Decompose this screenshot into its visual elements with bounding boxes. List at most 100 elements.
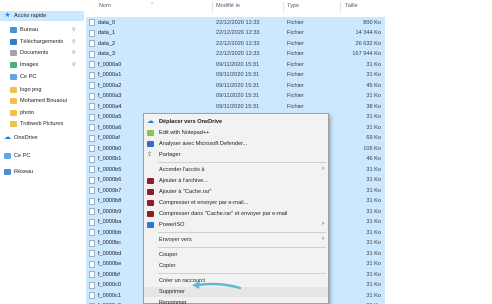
- cloud-icon: ☁: [4, 134, 11, 141]
- nav-item-label: Téléchargements: [20, 39, 64, 45]
- file-name: f_0000a4: [98, 103, 122, 110]
- menu-item-label: Couper: [159, 252, 178, 258]
- nav-item-0[interactable]: ★ Accès rapide: [0, 11, 84, 21]
- menu-item-8[interactable]: Compresser dans "Cache.rar" et envoyer p…: [144, 209, 328, 219]
- file-size: 31 Ko: [366, 187, 381, 194]
- menu-item-7[interactable]: Compresser et envoyer par e-mail...: [144, 198, 328, 208]
- pin-icon[interactable]: ⚲: [72, 50, 76, 56]
- menu-item-11[interactable]: Couper: [144, 250, 328, 260]
- file-type: Fichier: [287, 51, 304, 57]
- file-icon: [89, 208, 95, 215]
- file-row[interactable]: data_3 22/12/2020 12:33 Fichier 167 944 Ko: [86, 48, 385, 60]
- file-name: f_0000bc: [98, 240, 122, 246]
- poweriso-icon: [147, 222, 154, 228]
- folder-icon: [10, 98, 17, 104]
- file-icon: [89, 187, 95, 194]
- menu-item-12[interactable]: Copier: [144, 261, 328, 271]
- file-size: 26 632 Ko: [355, 40, 381, 47]
- column-header-type[interactable]: Type: [287, 3, 299, 12]
- nav-item-1[interactable]: Bureau ⚲: [0, 25, 84, 35]
- column-divider[interactable]: [212, 2, 213, 13]
- nav-item-label: Mohamed Bouaoui: [20, 98, 67, 104]
- file-size: 31 Ko: [366, 240, 381, 246]
- file-type: Fichier: [287, 30, 304, 36]
- file-row[interactable]: f_0000a0 09/11/2020 15:31 Fichier 31 Ko: [86, 59, 385, 70]
- column-header-size[interactable]: Taille: [345, 3, 358, 12]
- file-date: 09/11/2020 15:31: [216, 93, 260, 99]
- file-name: f_0000a6: [98, 124, 122, 131]
- nav-item-6[interactable]: logo png: [0, 85, 84, 95]
- file-icon: [89, 176, 95, 184]
- file-name: data_0: [98, 19, 116, 26]
- file-name: f_0000a2: [98, 82, 122, 89]
- menu-separator: [158, 232, 326, 233]
- menu-item-15[interactable]: Renommer: [144, 298, 328, 304]
- menu-item-3[interactable]: ⇪ Partager: [144, 150, 328, 160]
- file-name: f_0000be: [98, 261, 122, 267]
- nav-item-9[interactable]: Trobweb Pictures: [0, 119, 84, 129]
- menu-item-label: Supprimer: [159, 289, 185, 295]
- file-row[interactable]: f_0000a3 09/11/2020 15:31 Fichier 31 Ko: [86, 90, 385, 102]
- nav-item-7[interactable]: Mohamed Bouaoui: [0, 96, 84, 106]
- file-icon: [89, 145, 95, 152]
- file-row[interactable]: f_0000a1 09/11/2020 15:31 Fichier 31 Ko: [86, 69, 385, 81]
- file-type: Fichier: [287, 103, 304, 110]
- file-icon: [89, 113, 95, 121]
- nav-item-10[interactable]: ☁ OneDrive: [0, 133, 84, 143]
- nav-item-4[interactable]: Images ⚲: [0, 60, 84, 70]
- file-name: f_0000a5: [98, 114, 122, 120]
- file-date: 22/12/2020 12:33: [216, 30, 260, 36]
- menu-item-1[interactable]: Edit with Notepad++: [144, 128, 328, 138]
- menu-item-9[interactable]: PowerISO ›: [144, 220, 328, 230]
- file-icon: [89, 82, 95, 89]
- column-divider[interactable]: [340, 2, 341, 13]
- nav-item-11[interactable]: Ce PC: [0, 151, 84, 161]
- nav-item-label: Ce PC: [14, 153, 31, 159]
- file-size: 167 944 Ko: [352, 51, 381, 57]
- nav-item-8[interactable]: photo: [0, 108, 84, 118]
- file-size: 31 Ko: [366, 61, 381, 68]
- pin-icon[interactable]: ⚲: [72, 62, 76, 68]
- file-icon: [89, 29, 95, 37]
- download-folder-icon: [10, 39, 17, 45]
- file-date: 22/12/2020 12:33: [216, 40, 260, 47]
- file-row[interactable]: f_0000a4 09/11/2020 15:31 Fichier 38 Ko: [86, 101, 385, 112]
- menu-item-0[interactable]: ☁ Déplacer vers OneDrive: [144, 117, 328, 127]
- nav-item-5[interactable]: Ce PC: [0, 72, 84, 82]
- column-divider[interactable]: [283, 2, 284, 13]
- winrar-icon: [147, 200, 154, 206]
- file-row[interactable]: data_0 22/12/2020 12:33 Fichier 800 Ko: [86, 17, 385, 28]
- nav-item-3[interactable]: Documents ⚲: [0, 48, 84, 58]
- nav-item-12[interactable]: Réseau: [0, 167, 84, 177]
- file-icon: [89, 124, 95, 131]
- documents-folder-icon: [10, 50, 17, 56]
- menu-item-6[interactable]: Ajouter à "Cache.rar": [144, 187, 328, 197]
- file-date: 09/11/2020 15:31: [216, 82, 260, 89]
- folder-icon: [10, 121, 17, 127]
- winrar-icon: [147, 178, 154, 184]
- nav-item-2[interactable]: Téléchargements ⚲: [0, 37, 84, 47]
- menu-separator: [158, 273, 326, 274]
- file-date: 09/11/2020 15:31: [216, 61, 260, 68]
- file-row[interactable]: data_2 22/12/2020 12:33 Fichier 26 632 Ko: [86, 38, 385, 49]
- file-type: Fichier: [287, 61, 304, 68]
- menu-item-4[interactable]: Accorder l'accès à ›: [144, 165, 328, 175]
- file-row[interactable]: f_0000a2 09/11/2020 15:31 Fichier 45 Ko: [86, 80, 385, 91]
- pin-icon[interactable]: ⚲: [72, 27, 76, 33]
- menu-item-label: Renommer: [159, 300, 187, 304]
- column-header-name[interactable]: Nom: [99, 3, 111, 12]
- annotation-arrow-shaft: [196, 282, 242, 290]
- column-header-modified[interactable]: Modifié le: [216, 3, 240, 12]
- file-name: f_0000b5: [98, 166, 122, 173]
- file-size: 31 Ko: [366, 250, 381, 257]
- file-type: Fichier: [287, 72, 304, 78]
- file-icon: [89, 71, 95, 79]
- menu-item-5[interactable]: Ajouter à l'archive...: [144, 176, 328, 186]
- file-name: f_0000a0: [98, 61, 122, 68]
- menu-item-10[interactable]: Envoyer vers ›: [144, 235, 328, 245]
- pin-icon[interactable]: ⚲: [72, 39, 76, 45]
- menu-item-2[interactable]: Analyser avec Microsoft Defender...: [144, 139, 328, 149]
- file-row[interactable]: data_1 22/12/2020 12:33 Fichier 14 344 Ko: [86, 27, 385, 39]
- file-name: f_0000bb: [98, 229, 122, 236]
- file-icon: [89, 292, 95, 299]
